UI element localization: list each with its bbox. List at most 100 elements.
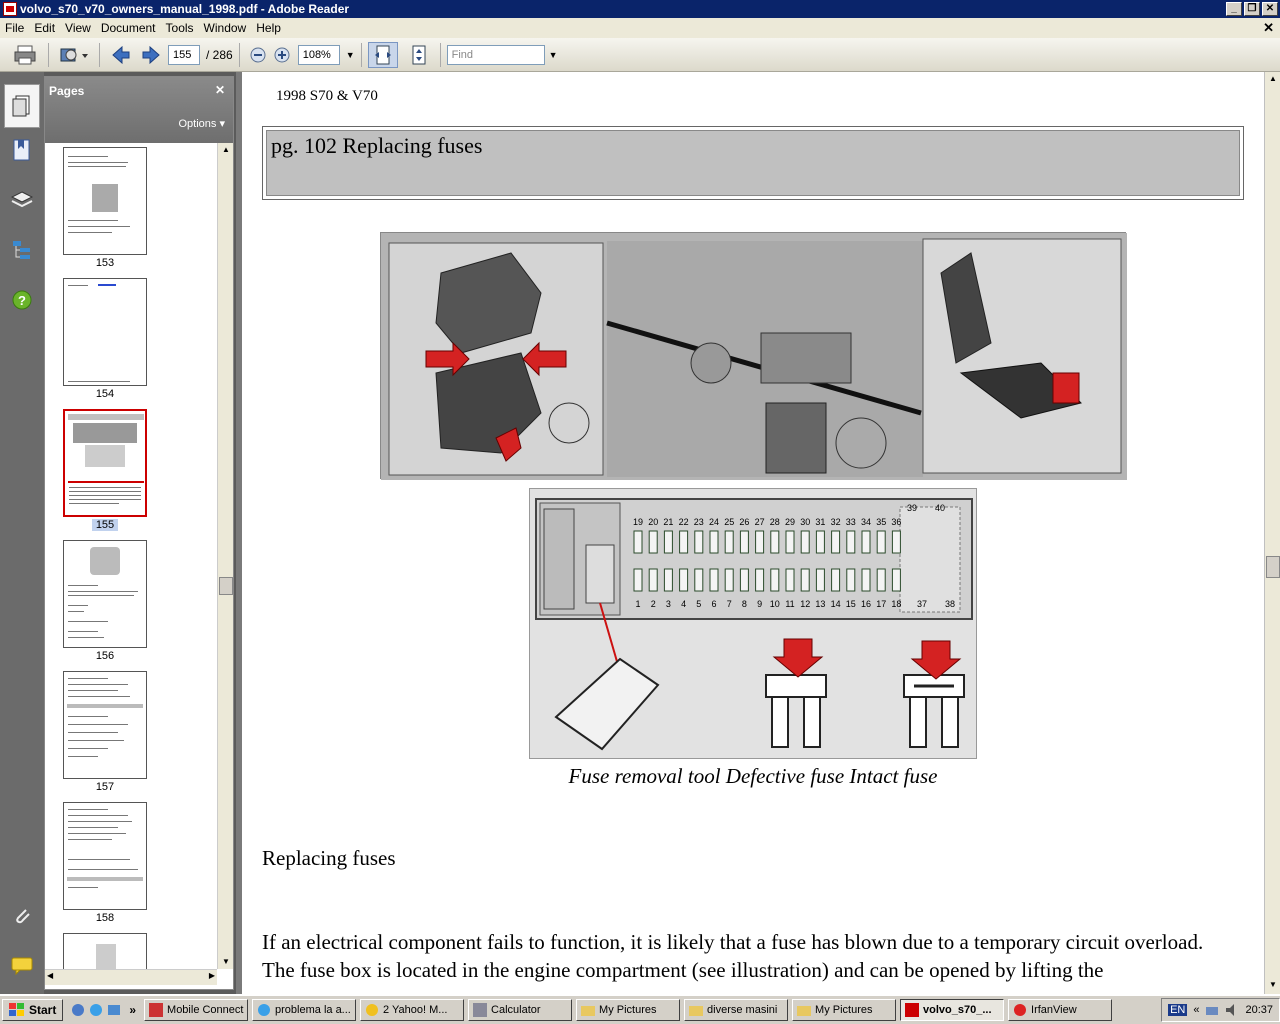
thumbnail-page-159[interactable] xyxy=(63,933,147,969)
fuse-slot xyxy=(831,530,841,554)
scroll-left-icon[interactable]: ◀ xyxy=(47,971,53,980)
fuse-number-label: 30 xyxy=(800,517,810,527)
fuse-number-label: 28 xyxy=(770,517,780,527)
task-browser[interactable]: problema la a... xyxy=(252,999,357,1021)
zoom-in-icon[interactable] xyxy=(270,42,294,68)
task-diverse-masini[interactable]: diverse masini xyxy=(684,999,789,1021)
thumbnail-page-153[interactable] xyxy=(63,147,147,255)
menu-document[interactable]: Document xyxy=(96,21,161,35)
quick-launch-icon[interactable] xyxy=(71,1003,85,1017)
pages-panel: Pages ✕ Options ▾ 153 154 155 156 157 15… xyxy=(44,76,234,990)
zoom-dropdown-icon[interactable]: ▼ xyxy=(346,50,355,60)
minimize-button[interactable]: _ xyxy=(1226,2,1242,16)
toolbar: 155 / 286 108% ▼ Find ▼ xyxy=(0,38,1280,72)
fuse-slot xyxy=(876,568,886,592)
pages-tab-icon[interactable] xyxy=(4,84,40,128)
zoom-input[interactable]: 108% xyxy=(297,44,340,65)
close-document-icon[interactable]: ✕ xyxy=(1263,20,1274,36)
scrollbar-thumb[interactable] xyxy=(219,577,233,595)
fuse-number-label: 3 xyxy=(666,599,671,609)
thumbnail-page-154[interactable] xyxy=(63,278,147,386)
thumbnail-horizontal-scrollbar[interactable]: ◀ ▶ xyxy=(45,969,217,985)
thumbnail-label-selected: 155 xyxy=(63,519,147,531)
menu-bar: File Edit View Document Tools Window Hel… xyxy=(0,18,1280,38)
scroll-down-icon[interactable]: ▼ xyxy=(219,955,233,969)
fuse-number-label: 23 xyxy=(694,517,704,527)
fuse-panel-illustration: 19 1 20 2 21 3 22 4 23 5 24 6 25 7 26 8 27 9 28 10 29 11 30 12 3… xyxy=(529,488,977,759)
desktop-icon[interactable] xyxy=(107,1003,121,1017)
layers-icon[interactable] xyxy=(10,188,34,212)
fuse-slot xyxy=(724,568,734,592)
fuse-number-label: 32 xyxy=(831,517,841,527)
fit-page-icon[interactable] xyxy=(404,42,434,68)
model-tree-icon[interactable] xyxy=(10,238,34,262)
tray-expand-icon[interactable]: « xyxy=(1193,1004,1199,1016)
task-adobe-reader[interactable]: volvo_s70_... xyxy=(900,999,1005,1021)
document-scrollbar[interactable]: ▲ ▼ xyxy=(1264,72,1280,994)
figure-caption: Fuse removal tool Defective fuse Intact … xyxy=(568,764,938,788)
document-view[interactable]: 1998 S70 & V70 pg. 102 Replacing fuses 1… xyxy=(236,72,1264,994)
previous-page-icon[interactable] xyxy=(106,42,136,68)
thumbnail-page-156[interactable] xyxy=(63,540,147,648)
restore-button[interactable]: ❐ xyxy=(1244,2,1260,16)
help-icon[interactable]: ? xyxy=(10,288,34,312)
next-page-icon[interactable] xyxy=(136,42,166,68)
task-calculator[interactable]: Calculator xyxy=(468,999,573,1021)
fuse-number-label: 18 xyxy=(891,599,901,609)
scrollbar-thumb[interactable] xyxy=(1266,556,1280,578)
menu-view[interactable]: View xyxy=(60,21,96,35)
fuse-slot xyxy=(815,530,825,554)
fuse-box-location-illustration xyxy=(380,232,1127,480)
fuse-number-label: 33 xyxy=(846,517,856,527)
fuse-number-label: 13 xyxy=(815,599,825,609)
close-button[interactable]: ✕ xyxy=(1262,2,1278,16)
attachments-icon[interactable] xyxy=(10,904,34,928)
task-my-pictures[interactable]: My Pictures xyxy=(576,999,681,1021)
thumbnail-page-158[interactable] xyxy=(63,802,147,910)
find-input[interactable]: Find xyxy=(446,44,545,65)
task-yahoo-messenger[interactable]: 2 Yahoo! M... xyxy=(360,999,465,1021)
scroll-up-icon[interactable]: ▲ xyxy=(219,143,233,157)
menu-file[interactable]: File xyxy=(0,21,29,35)
fuse-number-label: 4 xyxy=(681,599,686,609)
window-title: volvo_s70_v70_owners_manual_1998.pdf - A… xyxy=(20,2,350,16)
thumbnail-scrollbar[interactable]: ▲ ▼ xyxy=(217,143,233,969)
language-indicator[interactable]: EN xyxy=(1168,1004,1188,1016)
comments-icon[interactable] xyxy=(10,954,34,978)
scroll-down-icon[interactable]: ▼ xyxy=(1266,978,1280,992)
scroll-up-icon[interactable]: ▲ xyxy=(1266,72,1280,86)
fit-width-icon[interactable] xyxy=(367,41,398,68)
start-button[interactable]: Start xyxy=(2,999,64,1021)
fuse-slot xyxy=(648,530,658,554)
internet-explorer-icon[interactable] xyxy=(89,1003,103,1017)
find-dropdown-icon[interactable]: ▼ xyxy=(549,50,558,60)
print-icon[interactable] xyxy=(8,42,42,68)
share-icon[interactable] xyxy=(55,42,93,68)
thumbnail-page-155[interactable] xyxy=(63,409,147,517)
page-number-input[interactable]: 155 xyxy=(168,44,200,65)
menu-edit[interactable]: Edit xyxy=(29,21,60,35)
volume-icon[interactable] xyxy=(1225,1003,1239,1017)
quick-launch-more-icon[interactable]: » xyxy=(129,1003,136,1017)
page-title: pg. 102 Replacing fuses xyxy=(266,130,1240,196)
fuse-number-label: 15 xyxy=(846,599,856,609)
task-my-pictures-2[interactable]: My Pictures xyxy=(792,999,897,1021)
fuse-number-label: 39 xyxy=(907,503,917,513)
zoom-out-icon[interactable] xyxy=(246,42,270,68)
thumbnail-list: 153 154 155 156 157 158 xyxy=(45,143,217,969)
fuse-number-label: 37 xyxy=(917,599,927,609)
fuse-number-label: 25 xyxy=(724,517,734,527)
fuse-number-label: 11 xyxy=(785,599,794,609)
paragraph-text-cut: The fuse box is located in the engine co… xyxy=(262,958,1104,982)
network-icon[interactable] xyxy=(1205,1003,1219,1017)
scroll-right-icon[interactable]: ▶ xyxy=(209,971,215,980)
menu-tools[interactable]: Tools xyxy=(161,21,199,35)
menu-window[interactable]: Window xyxy=(199,21,252,35)
bookmarks-icon[interactable] xyxy=(10,138,34,162)
menu-help[interactable]: Help xyxy=(251,21,286,35)
close-panel-icon[interactable]: ✕ xyxy=(215,83,225,97)
task-irfanview[interactable]: IrfanView xyxy=(1008,999,1113,1021)
thumbnail-page-157[interactable] xyxy=(63,671,147,779)
task-mobile-connect[interactable]: Mobile Connect xyxy=(144,999,249,1021)
options-menu[interactable]: Options ▾ xyxy=(179,117,226,130)
